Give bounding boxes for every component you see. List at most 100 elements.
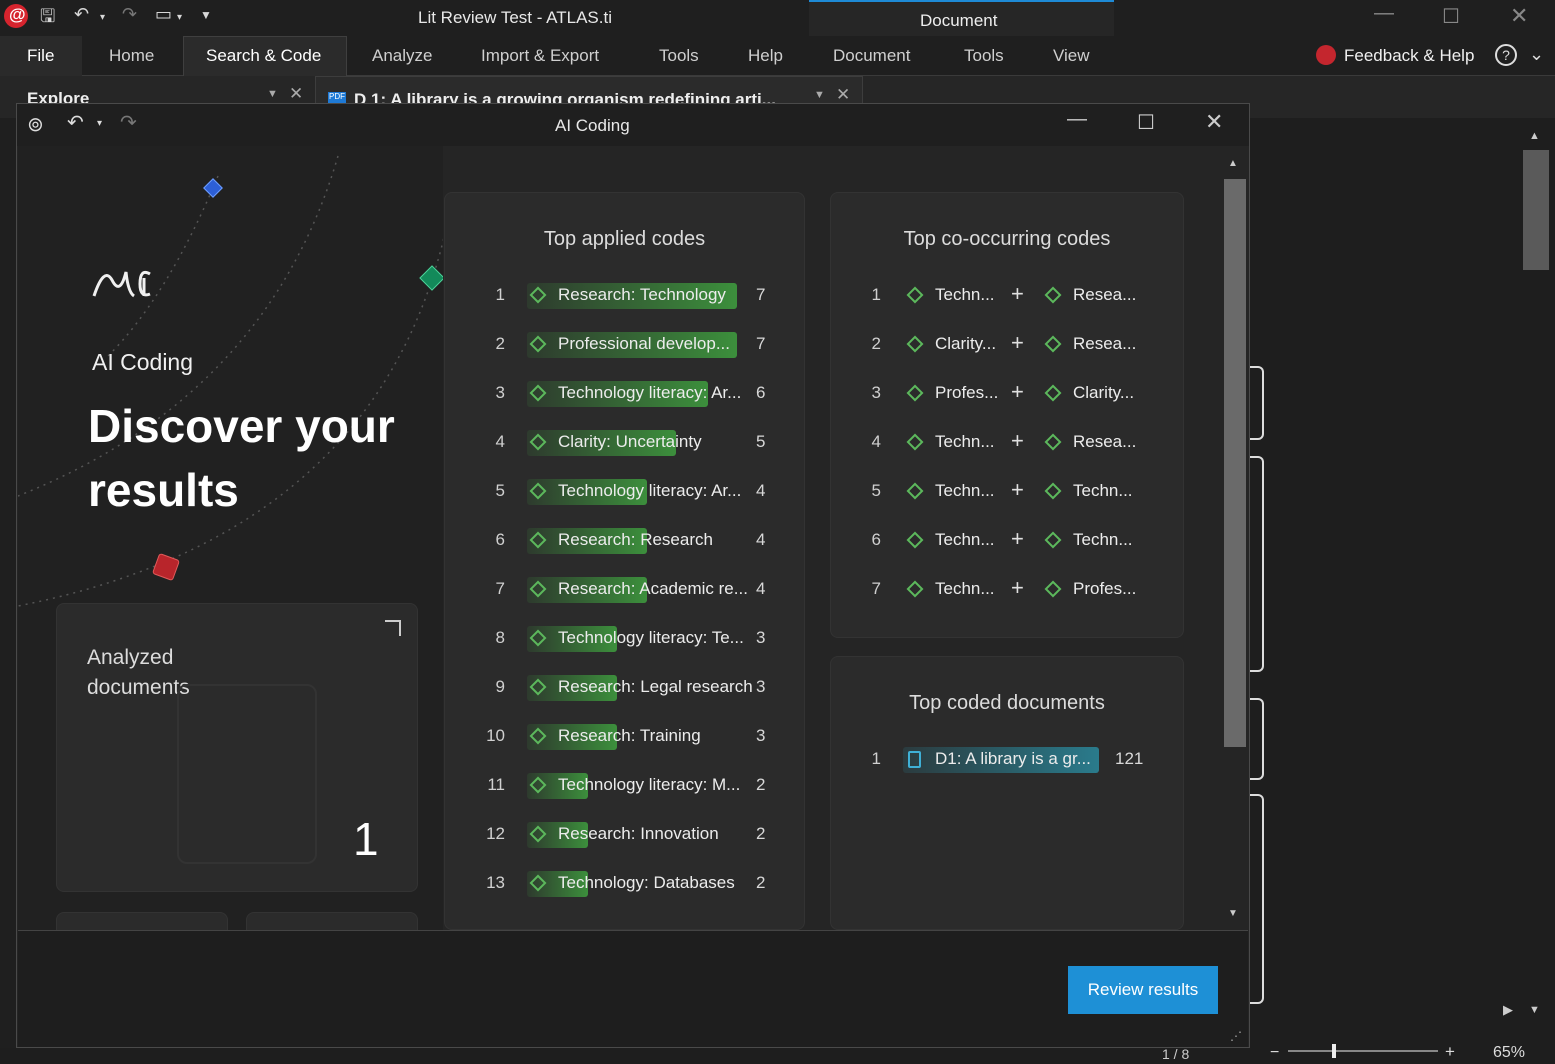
zoom-slider-handle[interactable] xyxy=(1332,1044,1336,1058)
applied-code-row[interactable]: 6 Research: Research 4 xyxy=(445,527,804,555)
tab-help[interactable]: Help xyxy=(748,46,783,66)
customize-toolbar-icon[interactable]: ▼ xyxy=(200,8,212,22)
scroll-up-icon[interactable]: ▲ xyxy=(1529,130,1540,142)
plus-icon: + xyxy=(1011,477,1024,502)
applied-code-row[interactable]: 4 Clarity: Uncertainty 5 xyxy=(445,429,804,457)
cooccurring-row[interactable]: 5 Techn... + Techn... xyxy=(831,477,1183,506)
code-icon xyxy=(906,580,924,598)
applied-code-row[interactable]: 8 Technology literacy: Te... 3 xyxy=(445,625,804,653)
row-number: 2 xyxy=(495,334,505,353)
dialog-undo-icon[interactable]: ↶ xyxy=(67,110,84,135)
doc-tab-dropdown-icon[interactable]: ▼ xyxy=(814,89,825,101)
applied-code-row[interactable]: 13 Technology: Databases 2 xyxy=(445,870,804,898)
applied-code-row[interactable]: 10 Research: Training 3 xyxy=(445,723,804,751)
minimize-icon[interactable]: — xyxy=(1374,2,1394,25)
applied-code-row[interactable]: 3 Technology literacy: Ar... 6 xyxy=(445,380,804,408)
next-arrow-icon[interactable]: ▶ xyxy=(1503,1002,1513,1018)
dialog-minimize-icon[interactable]: — xyxy=(1067,108,1087,131)
code-name: Research: Innovation xyxy=(558,824,719,843)
cooccurring-row[interactable]: 7 Techn... + Profes... xyxy=(831,575,1183,604)
cooccurring-row[interactable]: 6 Techn... + Techn... xyxy=(831,526,1183,555)
window-title: Lit Review Test - ATLAS.ti xyxy=(418,8,612,27)
code-icon xyxy=(1044,384,1062,402)
tab-import-export[interactable]: Import & Export xyxy=(481,46,599,66)
top-documents-title: Top coded documents xyxy=(909,692,1105,714)
dialog-undo-dropdown-icon[interactable]: ▾ xyxy=(97,118,102,129)
document-name: D1: A library is a gr... xyxy=(935,749,1091,768)
undo-icon[interactable]: ↶ xyxy=(74,4,89,25)
applied-code-row[interactable]: 2 Professional develop... 7 xyxy=(445,331,804,359)
code-a-name: Techn... xyxy=(935,530,995,549)
applied-code-row[interactable]: 7 Research: Academic re... 4 xyxy=(445,576,804,604)
expand-corner-icon[interactable] xyxy=(385,620,401,636)
dialog-close-icon[interactable]: ✕ xyxy=(1205,109,1223,135)
redo-icon[interactable]: ↷ xyxy=(122,4,137,25)
code-icon xyxy=(906,384,924,402)
zoom-in-icon[interactable]: + xyxy=(1445,1042,1455,1062)
code-name: Research: Research xyxy=(558,530,713,549)
code-a-name: Techn... xyxy=(935,432,995,451)
close-icon[interactable]: ✕ xyxy=(1510,3,1528,29)
row-number: 1 xyxy=(495,285,505,304)
doc-tab-close-icon[interactable]: ✕ xyxy=(836,85,850,105)
tab-analyze[interactable]: Analyze xyxy=(372,46,432,66)
tab-view[interactable]: View xyxy=(1053,46,1090,66)
help-icon[interactable]: ? xyxy=(1495,44,1517,66)
plus-icon: + xyxy=(1011,330,1024,355)
row-number: 2 xyxy=(871,334,881,353)
scroll-down-icon[interactable]: ▼ xyxy=(1529,1004,1540,1016)
cooccurring-row[interactable]: 2 Clarity... + Resea... xyxy=(831,330,1183,359)
doc-bracket xyxy=(1250,698,1264,780)
code-count: 3 xyxy=(756,726,766,745)
maximize-icon[interactable]: ☐ xyxy=(1442,4,1460,29)
undo-dropdown-icon[interactable]: ▾ xyxy=(100,12,105,23)
tab-tools[interactable]: Tools xyxy=(659,46,699,66)
explore-close-icon[interactable]: ✕ xyxy=(289,84,303,104)
dialog-scrollbar[interactable]: ▲ ▼ xyxy=(1222,154,1246,924)
save-icon[interactable]: 🖫 xyxy=(40,4,55,34)
explore-dropdown-icon[interactable]: ▼ xyxy=(267,88,278,100)
applied-code-row[interactable]: 1 Research: Technology 7 xyxy=(445,282,804,310)
dialog-scroll-thumb[interactable] xyxy=(1224,179,1246,747)
code-icon xyxy=(906,531,924,549)
plus-icon: + xyxy=(1011,281,1024,306)
row-number: 6 xyxy=(495,530,505,549)
row-number: 1 xyxy=(871,285,881,304)
top-coded-documents-card: Top coded documents 1 D1: A library is a … xyxy=(830,656,1184,930)
applied-code-row[interactable]: 9 Research: Legal research 3 xyxy=(445,674,804,702)
tab-doc-tools[interactable]: Tools xyxy=(964,46,1004,66)
tab-search-code[interactable]: Search & Code xyxy=(206,46,321,66)
feedback-icon xyxy=(1316,45,1336,65)
tab-file[interactable]: File xyxy=(27,46,54,66)
app-logo-icon: @ xyxy=(4,4,28,28)
ai-settings-icon[interactable]: ⊚ xyxy=(27,112,44,137)
cooccurring-row[interactable]: 1 Techn... + Resea... xyxy=(831,281,1183,310)
cooccurring-row[interactable]: 3 Profes... + Clarity... xyxy=(831,379,1183,408)
tab-document[interactable]: Document xyxy=(833,46,910,66)
dialog-maximize-icon[interactable]: ☐ xyxy=(1137,110,1155,135)
dialog-scroll-up-icon[interactable]: ▲ xyxy=(1228,158,1238,169)
dialog-scroll-down-icon[interactable]: ▼ xyxy=(1228,908,1238,919)
feedback-help-button[interactable]: Feedback & Help xyxy=(1344,46,1474,66)
cooccurring-row[interactable]: 4 Techn... + Resea... xyxy=(831,428,1183,457)
layout-dropdown-icon[interactable]: ▾ xyxy=(177,12,182,23)
zoom-slider[interactable] xyxy=(1288,1050,1438,1052)
document-scrollbar-thumb[interactable] xyxy=(1523,150,1549,270)
row-number: 5 xyxy=(871,481,881,500)
row-number: 3 xyxy=(871,383,881,402)
dialog-title-bar: ⊚ ↶ ▾ ↷ AI Coding — ☐ ✕ xyxy=(17,104,1249,146)
review-results-button[interactable]: Review results xyxy=(1068,966,1218,1014)
applied-code-row[interactable]: 12 Research: Innovation 2 xyxy=(445,821,804,849)
dialog-redo-icon[interactable]: ↷ xyxy=(120,110,137,135)
code-a-name: Profes... xyxy=(935,383,999,402)
tab-home[interactable]: Home xyxy=(109,46,154,66)
applied-code-row[interactable]: 11 Technology literacy: M... 2 xyxy=(445,772,804,800)
layout-icon[interactable]: ▭ xyxy=(155,4,172,25)
code-icon xyxy=(1044,531,1062,549)
applied-code-row[interactable]: 5 Technology literacy: Ar... 4 xyxy=(445,478,804,506)
collapse-ribbon-icon[interactable]: ⌄ xyxy=(1529,44,1544,65)
resize-grip-icon[interactable]: ⋰ xyxy=(1230,1029,1242,1043)
coded-document-row[interactable]: 1 D1: A library is a gr... 121 xyxy=(831,746,1183,774)
code-a-name: Techn... xyxy=(935,579,995,598)
zoom-out-icon[interactable]: − xyxy=(1270,1044,1279,1062)
